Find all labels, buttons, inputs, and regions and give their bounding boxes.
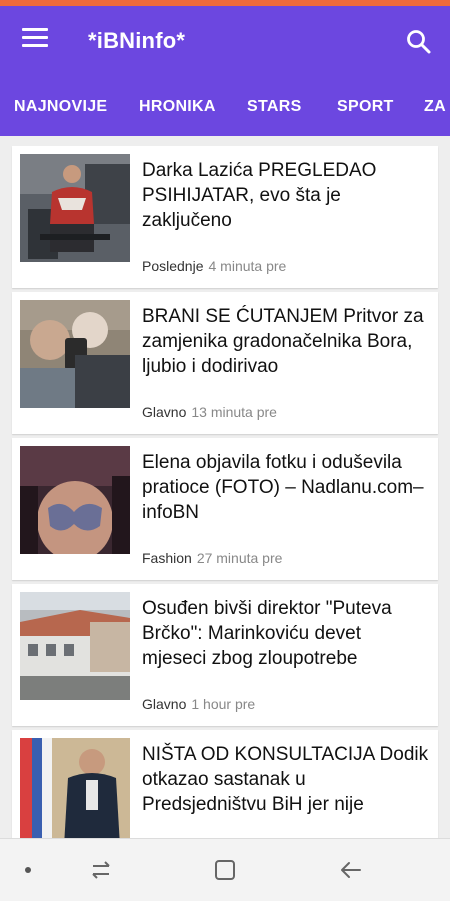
tab-sport[interactable]: SPORT xyxy=(337,98,394,116)
tab-najnovije[interactable]: NAJNOVIJE xyxy=(14,98,107,116)
article-meta: Fashion 27 minuta pre xyxy=(142,550,282,566)
article-thumbnail xyxy=(20,738,130,838)
app-bar: *iBNinfo* xyxy=(0,6,450,76)
article-thumbnail xyxy=(20,154,130,262)
article-headline: NIŠTA OD KONSULTACIJA Dodik otkazao sast… xyxy=(142,744,429,815)
article-headline: Osuđen bivši direktor "Puteva Brčko": Ma… xyxy=(142,598,392,669)
article-headline: Elena objavila fotku i oduševila pratioc… xyxy=(142,452,424,523)
category-tabs: NAJNOVIJE HRONIKA STARS SPORT ZA xyxy=(0,76,450,136)
tab-stars[interactable]: STARS xyxy=(247,98,302,116)
article-category: Glavno xyxy=(142,404,187,420)
news-card[interactable]: Darka Lazića PREGLEDAO PSIHIJATAR, evo š… xyxy=(12,146,438,288)
article-time: 4 minuta pre xyxy=(208,258,287,274)
tab-za[interactable]: ZA xyxy=(424,98,446,116)
article-thumbnail xyxy=(20,446,130,554)
article-meta: Glavno 1 hour pre xyxy=(142,696,255,712)
article-headline: Darka Lazića PREGLEDAO PSIHIJATAR, evo š… xyxy=(142,160,377,231)
news-feed: Darka Lazića PREGLEDAO PSIHIJATAR, evo š… xyxy=(0,136,450,838)
nav-indicator-dot xyxy=(25,867,31,873)
article-category: Glavno xyxy=(142,696,187,712)
article-time: 13 minuta pre xyxy=(191,404,277,420)
article-thumbnail xyxy=(20,592,130,700)
system-nav-bar xyxy=(0,838,450,901)
news-card[interactable]: Osuđen bivši direktor "Puteva Brčko": Ma… xyxy=(12,584,438,726)
menu-icon[interactable] xyxy=(22,28,48,54)
news-card[interactable]: Elena objavila fotku i oduševila pratioc… xyxy=(12,438,438,580)
article-category: Fashion xyxy=(142,550,192,566)
article-meta: Poslednje 4 minuta pre xyxy=(142,258,286,274)
article-category: Poslednje xyxy=(142,258,204,274)
article-time: 1 hour pre xyxy=(191,696,256,712)
tab-hronika[interactable]: HRONIKA xyxy=(139,98,216,116)
article-thumbnail xyxy=(20,300,130,408)
news-card[interactable]: NIŠTA OD KONSULTACIJA Dodik otkazao sast… xyxy=(12,730,438,838)
home-icon[interactable] xyxy=(212,857,238,883)
app-title: *iBNinfo* xyxy=(88,28,186,53)
back-icon[interactable] xyxy=(338,857,364,883)
article-meta: Glavno 13 minuta pre xyxy=(142,404,277,420)
search-icon[interactable] xyxy=(405,28,433,56)
recents-icon[interactable] xyxy=(88,857,114,883)
news-card[interactable]: BRANI SE ĆUTANJEM Pritvor za zamjenika g… xyxy=(12,292,438,434)
article-headline: BRANI SE ĆUTANJEM Pritvor za zamjenika g… xyxy=(142,306,424,377)
article-time: 27 minuta pre xyxy=(196,550,283,566)
